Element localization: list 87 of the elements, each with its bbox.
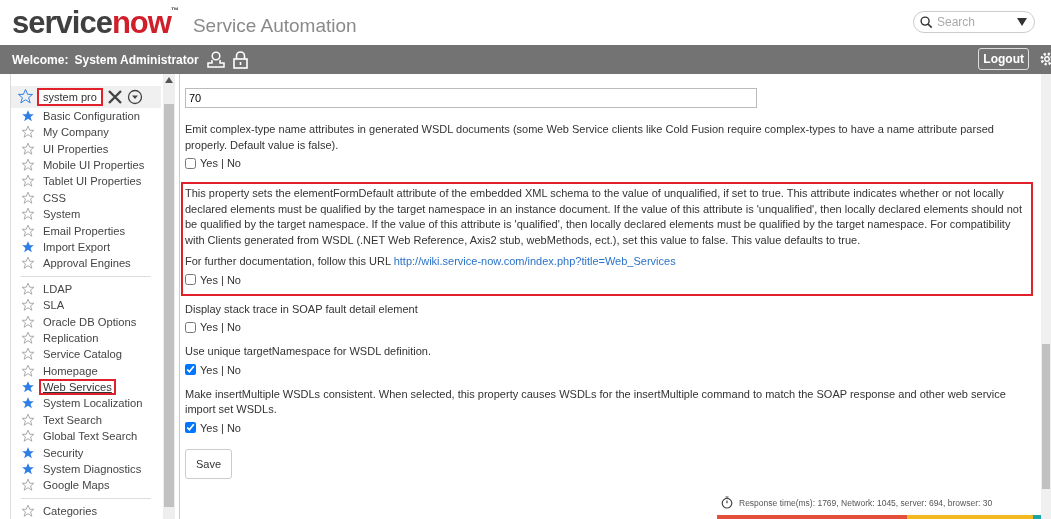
lock-icon[interactable] (232, 50, 248, 69)
logout-button[interactable]: Logout (978, 48, 1029, 70)
sidebar-item[interactable]: Google Maps (39, 477, 114, 494)
sidebar-item[interactable]: Global Text Search (39, 428, 142, 445)
star-outline-icon[interactable] (21, 125, 35, 140)
search-field[interactable]: Search (913, 11, 1035, 33)
product-title: Service Automation (192, 14, 357, 37)
property-description: Emit complex-type name attributes in generated WSDL documents (some Web Service clients like Cold Fusion require complex-types to have a name attribute parsed properly. Default value is false). (185, 122, 995, 153)
scrollbar[interactable] (163, 74, 175, 519)
star-outline-icon[interactable] (21, 256, 35, 271)
sidebar-item[interactable]: System (39, 206, 85, 223)
sidebar-item[interactable]: Replication (39, 329, 103, 346)
checkbox[interactable] (185, 157, 196, 169)
property-description: Make insertMultiple WSDLs consistent. When selected, this property causes WSDLs for the insertMultiple command to match the SOAP response and other web service import set WSDLs. (185, 386, 1007, 417)
sidebar-item[interactable]: Tablet UI Properties (39, 173, 146, 190)
documentation-link[interactable]: http://wiki.service-now.com/index.php?title=Web_Services (393, 255, 676, 267)
documentation-note: For further documentation, follow this URL http://wiki.service-now.com/index.php?title=Web_Services (185, 254, 677, 269)
star-outline-icon[interactable] (21, 158, 35, 172)
sidebar-item[interactable]: System Localization (39, 395, 147, 412)
settings-icon[interactable] (1039, 51, 1051, 67)
welcome-label: Welcome: (12, 52, 69, 67)
star-outline-icon[interactable] (21, 207, 35, 222)
checkbox[interactable] (185, 422, 196, 433)
star-outline-icon[interactable] (21, 330, 35, 345)
checkbox[interactable] (185, 274, 196, 285)
star-outline-icon[interactable] (21, 363, 35, 378)
star-outline-icon[interactable] (21, 314, 35, 329)
star-outline-icon[interactable] (21, 174, 35, 189)
star-outline-icon[interactable] (21, 141, 35, 156)
user-icon[interactable] (206, 51, 225, 68)
sidebar-item[interactable]: Import Export (39, 238, 115, 255)
star-icon[interactable] (21, 380, 35, 395)
sidebar-item[interactable]: Mobile UI Properties (39, 157, 149, 173)
star-icon[interactable] (21, 239, 35, 254)
star-outline-icon[interactable] (21, 347, 35, 362)
checkbox-label: Yes | No (200, 273, 241, 286)
text-field[interactable]: 70 (185, 88, 757, 108)
star-outline-icon[interactable] (21, 503, 35, 518)
sidebar-item[interactable]: Categories (39, 502, 102, 519)
checkbox-label: Yes | No (200, 421, 241, 434)
filter-field[interactable]: system pro (37, 87, 103, 106)
checkbox-label: Yes | No (200, 321, 241, 333)
response-time: Response time(ms): 1769, Network: 1045, server: 694, browser: 30 (739, 497, 993, 508)
sidebar-item[interactable]: Homepage (39, 362, 102, 379)
star-icon[interactable] (21, 108, 35, 123)
star-outline-icon[interactable] (21, 223, 35, 238)
sidebar-item[interactable]: Web Services (39, 379, 116, 396)
checkbox-label: Yes | No (200, 363, 241, 376)
collapse-icon[interactable] (127, 88, 143, 105)
property-description: This property sets the elementFormDefault attribute of the embedded XML schema to the value of unqualified, if set to true. This attribute indicates whether or not locally declared elements must be qualified by the target namespace in an instance document. If the value of this attribute is 'unqualified', then locally declared elements should not be qualified by the target namespace. If the value of this attribute is 'qualified', then locally declared elements must be qualified by the target namespace. For compatibility with Clients generated from WSDL (.NET Web Reference, Axis2 stub, webMethods, ect.), set this value to false. This value defaults to true. (185, 186, 1024, 248)
scrollbar[interactable] (1041, 74, 1051, 519)
star-icon[interactable] (21, 462, 35, 476)
star-outline-icon[interactable] (21, 190, 35, 205)
favorites-icon[interactable] (17, 88, 34, 106)
checkbox[interactable] (185, 321, 196, 333)
property-description: Use unique targetNamespace for WSDL definition. (185, 344, 432, 359)
close-icon[interactable] (106, 87, 124, 106)
checkbox-label: Yes | No (200, 157, 241, 169)
sidebar-item[interactable]: Email Properties (39, 222, 130, 239)
star-outline-icon[interactable] (21, 298, 35, 313)
stopwatch-icon (721, 496, 733, 509)
sidebar-item[interactable]: My Company (39, 124, 113, 141)
search-icon (920, 16, 933, 29)
sidebar-item[interactable]: Basic Configuration (39, 107, 144, 124)
sidebar-item[interactable]: Oracle DB Options (39, 313, 141, 330)
sidebar-item[interactable]: SLA (39, 297, 69, 314)
sidebar-item[interactable]: Service Catalog (39, 346, 126, 363)
star-outline-icon[interactable] (21, 412, 35, 427)
sidebar-item[interactable]: UI Properties (39, 140, 113, 157)
sidebar-item[interactable]: LDAP (39, 280, 77, 297)
star-icon[interactable] (21, 445, 35, 460)
sidebar-item[interactable]: Text Search (39, 411, 107, 428)
star-icon[interactable] (21, 396, 35, 411)
user-name: System Administrator (74, 52, 199, 67)
star-outline-icon[interactable] (21, 429, 35, 444)
property-description: Display stack trace in SOAP fault detail element (185, 301, 419, 317)
sidebar-item[interactable]: Security (39, 444, 88, 461)
sidebar-item[interactable]: Approval Engines (39, 255, 135, 272)
dropdown-caret-icon[interactable] (1017, 18, 1027, 26)
star-outline-icon[interactable] (21, 281, 35, 296)
scroll-up-icon[interactable] (165, 77, 173, 83)
sidebar-item[interactable]: CSS (39, 189, 70, 206)
servicenow-logo: servicenow$^{™}$ (12, 7, 179, 38)
checkbox[interactable] (185, 364, 196, 375)
save-button[interactable]: Save (185, 448, 233, 479)
star-outline-icon[interactable] (21, 478, 35, 493)
sidebar-item[interactable]: System Diagnostics (39, 461, 146, 477)
